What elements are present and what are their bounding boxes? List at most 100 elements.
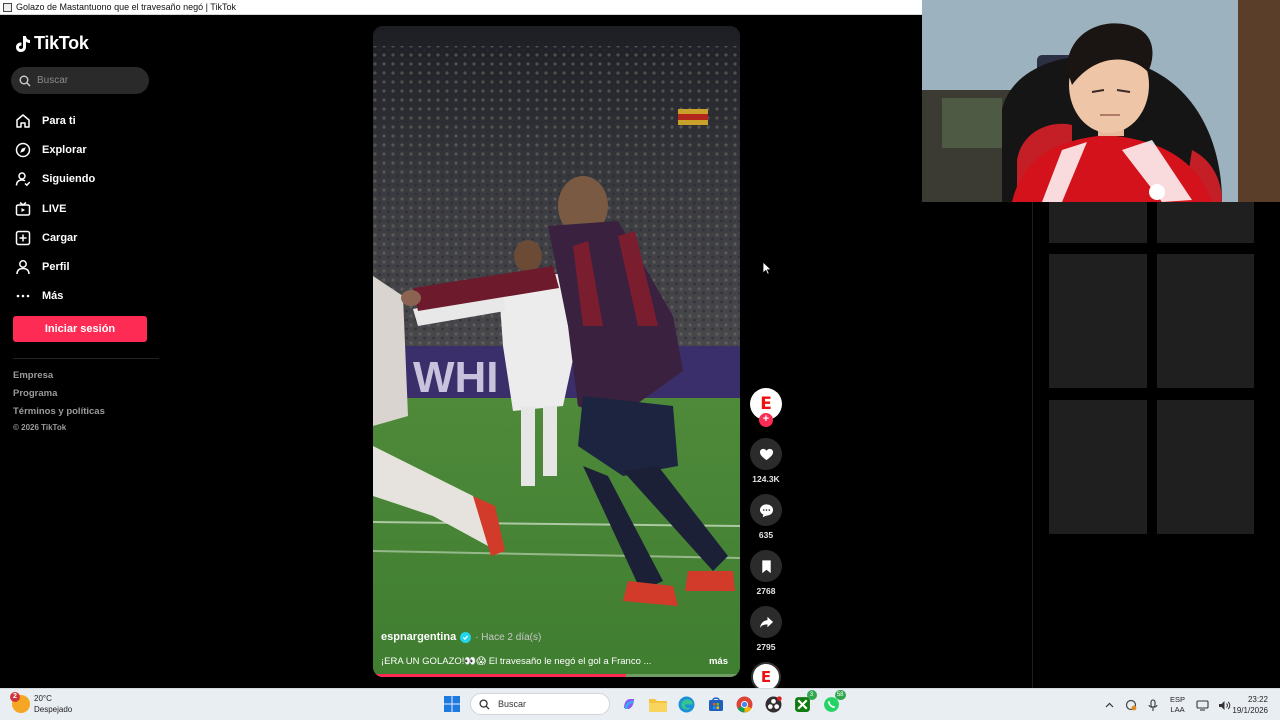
input-language[interactable]: ESP LAA (1170, 695, 1185, 715)
whatsapp-icon[interactable]: 58 (821, 690, 846, 715)
webcam-door-edge (1238, 0, 1280, 202)
tiktok-app: TikTok Para ti Explorar Siguiendo LIVE (0, 16, 922, 688)
video-thumbnail-tile[interactable] (1049, 400, 1147, 534)
video-username[interactable]: espnargentina (381, 631, 456, 643)
weather-desc: Despejado (34, 705, 73, 714)
taskbar-search[interactable]: Buscar (470, 693, 610, 715)
sidebar-nav: Para ti Explorar Siguiendo LIVE Cargar P… (14, 106, 154, 311)
windows-taskbar: 2 20°C Despejado Buscar 3 58 ESP LAA 23:… (0, 688, 1280, 720)
heart-icon (759, 448, 773, 460)
taskbar-center: Buscar 3 58 (437, 690, 846, 715)
author-avatar-wrap: E + (750, 388, 782, 427)
webcam-overlay (922, 0, 1238, 202)
webcam-streamer-image (922, 0, 1238, 202)
video-author-row: espnargentina · Hace 2 día(s) (381, 631, 541, 643)
sidebar-item-live[interactable]: LIVE (14, 194, 154, 223)
profile-icon (14, 258, 32, 276)
edge-browser-icon[interactable] (676, 693, 698, 715)
network-status-icon[interactable] (1124, 698, 1138, 712)
footer-link-terminos[interactable]: Términos y políticas (13, 405, 105, 423)
sidebar-item-mas[interactable]: Más (14, 282, 154, 311)
display-icon[interactable] (1195, 698, 1209, 712)
sidebar-item-perfil[interactable]: Perfil (14, 252, 154, 281)
sidebar: TikTok Para ti Explorar Siguiendo LIVE (0, 16, 162, 688)
caption-more-button[interactable]: más (709, 656, 728, 667)
stadium-banner-text: WHI (413, 353, 499, 402)
clock-date: 19/1/2026 (1232, 706, 1268, 715)
like-button[interactable]: 124.3K (749, 438, 783, 486)
sidebar-item-explorar[interactable]: Explorar (14, 135, 154, 164)
music-disc[interactable]: E (751, 662, 781, 688)
sidebar-item-label: Más (42, 290, 64, 303)
xbox-badge: 3 (806, 690, 817, 700)
video-thumbnail-tile[interactable] (1157, 202, 1254, 243)
video-player[interactable]: WHI espnargentina · Hace 2 día(s) ¡ERA U… (373, 26, 740, 677)
window-title: Golazo de Mastantuono que el travesaño n… (16, 2, 236, 12)
copyright-text: © 2026 TikTok (13, 423, 67, 432)
login-button[interactable]: Iniciar sesión (13, 316, 147, 342)
sidebar-item-label: Explorar (42, 143, 87, 156)
whatsapp-badge: 58 (834, 690, 846, 700)
share-button[interactable]: 2795 (749, 606, 783, 654)
weather-badge: 2 (10, 692, 20, 702)
taskbar-clock[interactable]: 23:22 19/1/2026 (1224, 694, 1268, 716)
weather-widget[interactable]: 2 20°C Despejado (10, 692, 73, 715)
mouse-cursor-icon (762, 261, 772, 275)
obs-icon[interactable] (763, 693, 785, 715)
copilot-icon[interactable] (618, 693, 640, 715)
weather-sun-icon: 2 (10, 692, 30, 713)
windows-logo-icon (443, 696, 460, 712)
tiktok-logo[interactable]: TikTok (15, 33, 89, 54)
search-box[interactable] (11, 67, 149, 94)
logo-text: TikTok (34, 33, 89, 53)
home-icon (14, 112, 32, 130)
sidebar-divider (13, 358, 159, 359)
search-icon (19, 75, 31, 86)
tiktok-note-icon (16, 35, 30, 52)
like-count: 124.3K (752, 474, 780, 484)
verified-badge-icon (460, 631, 472, 643)
following-icon (14, 170, 32, 188)
save-button[interactable]: 2768 (749, 550, 783, 598)
sidebar-item-label: Para ti (42, 114, 76, 127)
start-button[interactable] (441, 693, 463, 715)
taskbar-search-label: Buscar (498, 699, 527, 709)
comment-button[interactable]: 635 (749, 494, 783, 542)
window-titlebar: Golazo de Mastantuono que el travesaño n… (0, 0, 922, 15)
video-thumbnail-tile[interactable] (1157, 254, 1254, 388)
search-input[interactable] (37, 75, 137, 86)
sidebar-item-cargar[interactable]: Cargar (14, 223, 154, 252)
footer-link-programa[interactable]: Programa (13, 387, 105, 405)
sidebar-item-siguiendo[interactable]: Siguiendo (14, 165, 154, 194)
espn-logo-icon: E (760, 394, 772, 414)
microphone-icon[interactable] (1146, 698, 1160, 712)
footer-link-empresa[interactable]: Empresa (13, 369, 105, 387)
clock-time: 23:22 (1247, 695, 1268, 704)
share-count: 2795 (756, 642, 776, 652)
video-thumbnail-tile[interactable] (1049, 202, 1147, 243)
video-posted-time: · Hace 2 día(s) (475, 631, 542, 643)
file-explorer-icon[interactable] (647, 693, 669, 715)
store-icon[interactable] (705, 693, 727, 715)
show-hidden-icons-chevron-icon[interactable] (1102, 698, 1116, 712)
sidebar-item-para-ti[interactable]: Para ti (14, 106, 154, 135)
video-thumbnail-tile[interactable] (1049, 254, 1147, 388)
live-icon (14, 200, 32, 218)
weather-temp: 20°C (34, 694, 52, 703)
language-code: ESP (1170, 695, 1186, 704)
video-thumbnail-tile[interactable] (1157, 400, 1254, 534)
comment-icon (759, 503, 773, 517)
more-icon (14, 287, 32, 305)
video-progress-fill (373, 674, 627, 677)
upload-icon (14, 229, 32, 247)
keyboard-layout: LAA (1170, 705, 1185, 714)
follow-plus-icon[interactable]: + (759, 413, 773, 427)
sidebar-item-label: Cargar (42, 231, 78, 244)
sidebar-item-label: LIVE (42, 202, 67, 215)
comment-count: 635 (758, 530, 774, 540)
like-circle (750, 438, 782, 470)
chrome-icon[interactable] (734, 693, 756, 715)
save-count: 2768 (756, 586, 776, 596)
sidebar-item-label: Perfil (42, 261, 70, 274)
xbox-icon[interactable]: 3 (792, 690, 817, 715)
